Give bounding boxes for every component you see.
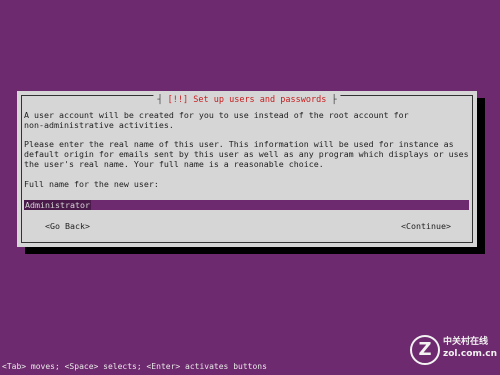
- go-back-button[interactable]: <Go Back>: [45, 221, 90, 231]
- intro-text: A user account will be created for you t…: [24, 110, 409, 130]
- dialog-title-text: Set up users and passwords: [193, 95, 327, 105]
- watermark-brand: 中关村在线: [443, 337, 489, 347]
- zol-watermark: Z 中关村在线 zol.com.cn: [410, 335, 497, 365]
- setup-users-dialog: ┤ [!!] Set up users and passwords ├ A us…: [17, 91, 477, 247]
- continue-button[interactable]: <Continue>: [401, 221, 451, 231]
- dialog-title-prefix: [!!]: [167, 95, 194, 105]
- full-name-prompt: Full name for the new user:: [24, 179, 159, 189]
- full-name-value[interactable]: Administrator: [24, 200, 91, 210]
- full-name-field[interactable]: Administrator: [24, 200, 469, 210]
- watermark-url: zol.com.cn: [443, 349, 497, 359]
- status-bar: <Tab> moves; <Space> selects; <Enter> ac…: [2, 362, 267, 371]
- dialog-title: ┤ [!!] Set up users and passwords ├: [153, 95, 341, 105]
- instructions-text: Please enter the real name of this user.…: [24, 139, 469, 169]
- zol-logo-icon: Z: [410, 335, 440, 365]
